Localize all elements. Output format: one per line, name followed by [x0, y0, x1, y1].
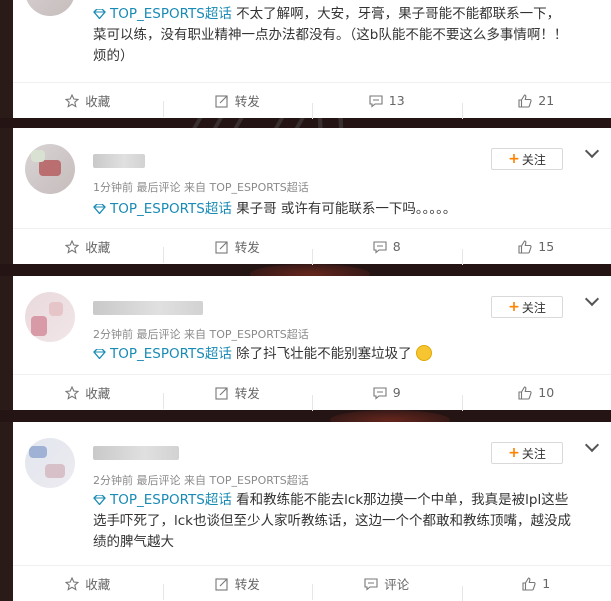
- star-icon: [65, 385, 80, 400]
- thumbs-up-icon: [522, 576, 536, 591]
- follow-button[interactable]: + 关注: [491, 442, 563, 464]
- post-text: 看和教练能不能去lck那边摸一个中单，我真是被lpl这些: [236, 492, 569, 508]
- like-button[interactable]: 10: [461, 385, 611, 411]
- post-content: TOP_ESPORTS超话 除了抖飞壮能不能别塞垃圾了: [93, 344, 599, 365]
- post-text: 烦的）: [93, 48, 134, 64]
- topic-link[interactable]: TOP_ESPORTS超话: [93, 6, 232, 22]
- star-icon: [65, 239, 80, 254]
- comment-icon: [369, 94, 383, 108]
- favorite-button[interactable]: 收藏: [13, 574, 163, 593]
- topic-link[interactable]: TOP_ESPORTS超话: [93, 346, 232, 362]
- like-button[interactable]: 1: [461, 576, 611, 601]
- thumbs-up-icon: [518, 93, 532, 108]
- star-icon: [65, 576, 80, 591]
- background-strip: [0, 410, 611, 422]
- comment-icon: [373, 386, 387, 400]
- post-content: TOP_ESPORTS超话 不太了解啊，大安，牙膏，果子哥能不能都联系一下， 菜…: [93, 4, 599, 67]
- emoji-icon: [415, 345, 432, 361]
- comment-button[interactable]: 评论: [312, 574, 462, 600]
- topic-diamond-icon: [93, 204, 106, 214]
- post-card: + 关注 1分钟前 最后评论 来自 TOP_ESPORTS超话 TOP_ESPOR…: [13, 128, 611, 265]
- repost-button[interactable]: 转发: [162, 383, 313, 409]
- post-text: 绩的脾气越大: [93, 534, 174, 550]
- comment-icon: [364, 577, 378, 591]
- topic-diamond-icon: [93, 9, 106, 19]
- post-card: + 关注 2分钟前 最后评论 来自 TOP_ESPORTS超话 TOP_ESPOR…: [13, 422, 611, 601]
- post-text: 菜可以练，没有职业精神一点办法都没有。（这b队能不能不要这么多事情啊！！: [93, 27, 568, 43]
- plus-icon: +: [508, 299, 520, 315]
- post-meta: 2分钟前 最后评论 来自 TOP_ESPORTS超话: [93, 474, 309, 487]
- favorite-button[interactable]: 收藏: [13, 237, 163, 256]
- like-button[interactable]: 21: [461, 93, 611, 119]
- star-icon: [65, 93, 80, 108]
- like-button[interactable]: 15: [461, 239, 611, 265]
- repost-icon: [215, 577, 228, 591]
- repost-button[interactable]: 转发: [162, 237, 313, 263]
- post-meta: 1分钟前 最后评论 来自 TOP_ESPORTS超话: [93, 181, 309, 194]
- avatar[interactable]: [25, 292, 75, 342]
- repost-button[interactable]: 转发: [162, 91, 313, 117]
- comment-button[interactable]: 8: [312, 239, 462, 265]
- follow-button[interactable]: + 关注: [491, 296, 563, 318]
- plus-icon: +: [508, 151, 520, 167]
- post-text: 选手吓死了，lck也谈但至少人家听教练话，这边一个个都敢和教练顶嘴，越没成: [93, 513, 571, 529]
- action-bar: 收藏 转发 评论 1: [13, 565, 611, 601]
- post-content: TOP_ESPORTS超话 看和教练能不能去lck那边摸一个中单，我真是被lpl…: [93, 490, 599, 553]
- favorite-button[interactable]: 收藏: [13, 383, 163, 402]
- username[interactable]: [93, 154, 145, 168]
- plus-icon: +: [508, 445, 520, 461]
- repost-icon: [215, 240, 228, 254]
- background-strip: [0, 264, 611, 276]
- favorite-button[interactable]: 收藏: [13, 91, 163, 110]
- repost-icon: [215, 94, 228, 108]
- comment-button[interactable]: 9: [312, 385, 462, 411]
- topic-diamond-icon: [93, 495, 106, 505]
- avatar[interactable]: [25, 438, 75, 488]
- action-bar: 收藏 转发 13 21: [13, 82, 611, 119]
- repost-icon: [215, 386, 228, 400]
- repost-button[interactable]: 转发: [162, 574, 313, 600]
- post-text: 不太了解啊，大安，牙膏，果子哥能不能都联系一下，: [236, 6, 561, 22]
- chevron-down-icon[interactable]: [584, 291, 600, 307]
- post-meta: 2分钟前 最后评论 来自 TOP_ESPORTS超话: [93, 328, 309, 341]
- comment-icon: [373, 240, 387, 254]
- post-card: + 关注 2分钟前 最后评论 来自 TOP_ESPORTS超话 TOP_ESPOR…: [13, 276, 611, 411]
- action-bar: 收藏 转发 9 10: [13, 374, 611, 411]
- background-strip: /// //\\: [0, 118, 611, 128]
- post-text: 果子哥 或许有可能联系一下吗。。。。。: [236, 201, 457, 217]
- topic-diamond-icon: [93, 349, 106, 359]
- thumbs-up-icon: [518, 385, 532, 400]
- post-text: 除了抖飞壮能不能别塞垃圾了: [236, 346, 412, 362]
- action-bar: 收藏 转发 8 15: [13, 228, 611, 265]
- thumbs-up-icon: [518, 239, 532, 254]
- username[interactable]: [93, 446, 179, 460]
- avatar[interactable]: [25, 0, 75, 16]
- username[interactable]: [93, 301, 203, 315]
- follow-button[interactable]: + 关注: [491, 148, 563, 170]
- chevron-down-icon[interactable]: [584, 437, 600, 453]
- topic-link[interactable]: TOP_ESPORTS超话: [93, 492, 232, 508]
- comment-button[interactable]: 13: [312, 93, 462, 119]
- avatar[interactable]: [25, 144, 75, 194]
- topic-link[interactable]: TOP_ESPORTS超话: [93, 201, 232, 217]
- chevron-down-icon[interactable]: [584, 143, 600, 159]
- post-card: TOP_ESPORTS超话 不太了解啊，大安，牙膏，果子哥能不能都联系一下， 菜…: [13, 0, 611, 119]
- post-content: TOP_ESPORTS超话 果子哥 或许有可能联系一下吗。。。。。: [93, 199, 599, 220]
